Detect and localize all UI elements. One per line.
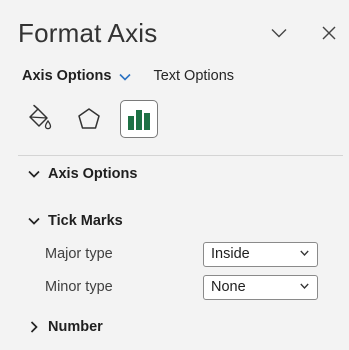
close-button[interactable] [318, 22, 340, 44]
bar-chart-icon [128, 110, 150, 130]
minor-type-select[interactable]: None [203, 274, 318, 300]
pane-title: Format Axis [18, 18, 158, 48]
chevron-down-icon [300, 283, 309, 289]
close-icon [322, 26, 336, 40]
chevron-down-icon [271, 29, 287, 38]
format-axis-pane: Format Axis Axis Options Text Options Ax… [0, 0, 349, 350]
text-options-tab[interactable]: Text Options [153, 68, 234, 84]
chevron-right-icon [28, 321, 40, 333]
number-section-label: Number [48, 319, 103, 335]
axis-options-tab[interactable] [120, 100, 158, 138]
fill-line-tab[interactable] [20, 100, 58, 138]
paint-bucket-icon [29, 104, 52, 130]
divider [18, 155, 343, 156]
minor-type-label: Minor type [45, 279, 113, 295]
effects-tab[interactable] [70, 100, 108, 138]
chevron-down-icon [28, 168, 40, 180]
major-type-value: Inside [211, 246, 250, 262]
tick-marks-section-label: Tick Marks [48, 213, 123, 229]
tick-marks-section-header[interactable]: Tick Marks [28, 213, 123, 229]
options-switcher: Axis Options Text Options [22, 64, 349, 88]
major-type-label: Major type [45, 246, 113, 262]
major-type-select[interactable]: Inside [203, 241, 318, 267]
chevron-down-icon [300, 250, 309, 256]
minor-type-row: Minor type None [45, 274, 325, 300]
major-type-row: Major type Inside [45, 241, 325, 267]
minor-type-value: None [211, 279, 246, 295]
chevron-down-icon [28, 215, 40, 227]
axis-options-menu[interactable]: Axis Options [22, 68, 132, 84]
pentagon-icon [78, 108, 100, 129]
number-section-header[interactable]: Number [28, 319, 103, 335]
axis-options-section-header[interactable]: Axis Options [28, 166, 137, 182]
chevron-down-icon [119, 73, 132, 81]
axis-options-label: Axis Options [22, 68, 112, 84]
task-pane-options-button[interactable] [268, 22, 290, 44]
axis-options-section-label: Axis Options [48, 166, 138, 182]
